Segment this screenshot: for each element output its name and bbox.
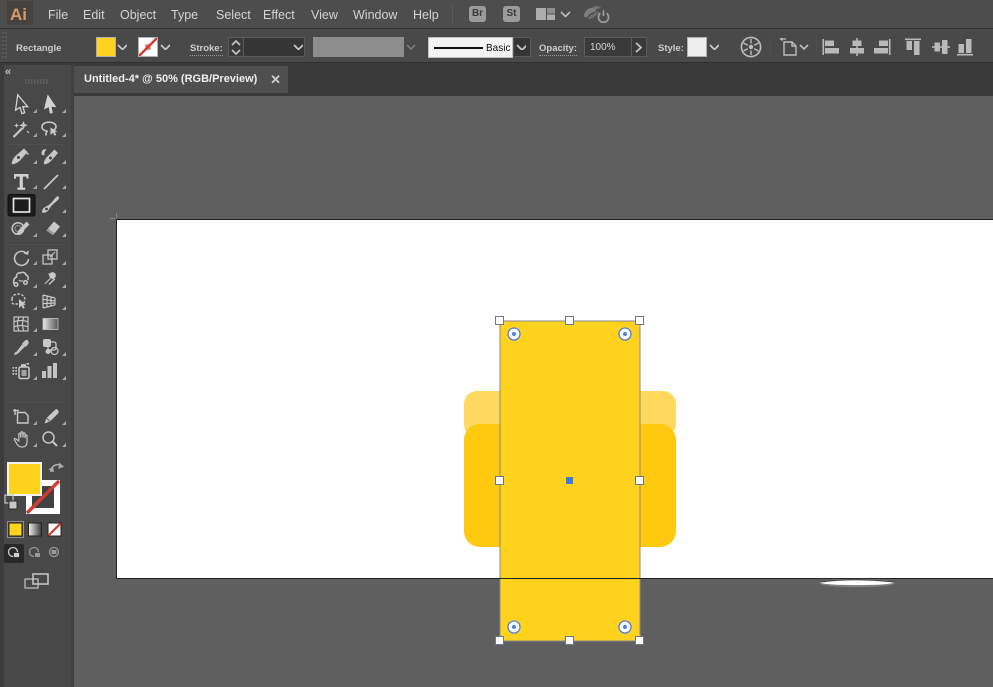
svg-text:«: «	[5, 66, 11, 78]
